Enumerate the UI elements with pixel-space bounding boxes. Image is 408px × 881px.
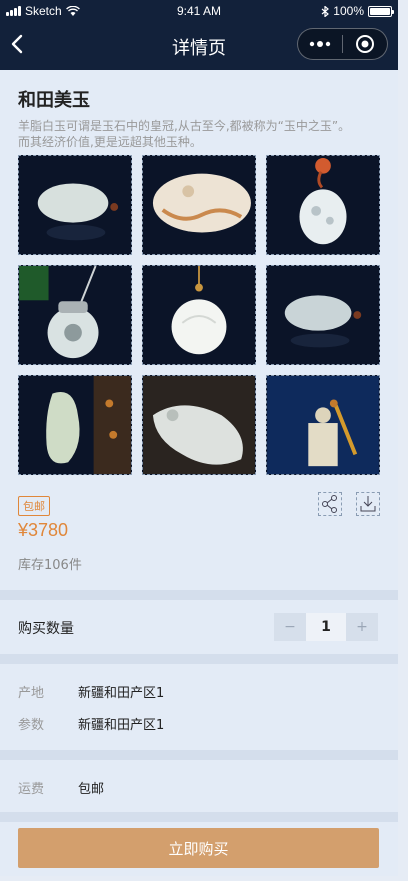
quantity-value[interactable]: 1: [306, 613, 346, 641]
share-icon[interactable]: [318, 492, 342, 516]
close-capsule-button[interactable]: [343, 29, 387, 59]
status-bar: Sketch 9:41 AM 100%: [0, 0, 398, 22]
spec-row-origin: 产地 新疆和田产区1: [18, 682, 164, 701]
shipping-value: 包邮: [78, 782, 105, 797]
buy-area: 立即购买: [0, 822, 398, 876]
free-shipping-badge: 包邮: [18, 496, 50, 516]
page-edge: [398, 0, 408, 881]
spec-row-params: 参数 新疆和田产区1: [18, 714, 164, 733]
buy-now-button[interactable]: 立即购买: [18, 828, 379, 868]
product-photo-4[interactable]: [18, 265, 132, 365]
mini-program-capsule: [297, 28, 388, 60]
product-photo-1[interactable]: [18, 155, 132, 255]
divider: [0, 590, 398, 600]
battery-icon: [368, 5, 394, 17]
spec-section: 产地 新疆和田产区1 参数 新疆和田产区1: [0, 664, 398, 750]
spec-value: 新疆和田产区1: [78, 718, 165, 733]
download-icon[interactable]: [356, 492, 380, 516]
battery-label: 100%: [333, 4, 364, 18]
stock-count: 库存106件: [18, 558, 82, 573]
decrement-button[interactable]: −: [274, 613, 306, 641]
quantity-label: 购买数量: [18, 621, 74, 637]
product-description: 羊脂白玉可谓是玉石中的皇冠,从古至今,都被称为“玉中之玉”。而其经济价值,更是远…: [18, 119, 351, 149]
product-photo-9[interactable]: [266, 375, 380, 475]
photo-grid: [18, 155, 380, 475]
divider: [0, 812, 398, 822]
product-photo-5[interactable]: [142, 265, 256, 365]
more-dots-icon: [309, 41, 331, 47]
product-photo-6[interactable]: [266, 265, 380, 365]
product-photo-3[interactable]: [266, 155, 380, 255]
shipping-key: 运费: [18, 782, 45, 797]
quantity-row: 购买数量 − 1 +: [0, 600, 398, 654]
shipping-row: 运费 包邮: [18, 778, 104, 797]
product-photo-2[interactable]: [142, 155, 256, 255]
more-button[interactable]: [298, 29, 342, 59]
quantity-stepper: − 1 +: [274, 613, 378, 641]
nav-bar: 详情页: [0, 22, 398, 70]
price: ¥3780: [18, 520, 69, 540]
shipping-section: 运费 包邮: [0, 760, 398, 812]
target-circle-icon: [356, 35, 374, 53]
spec-value: 新疆和田产区1: [78, 686, 165, 701]
product-title: 和田美玉: [18, 90, 90, 110]
increment-button[interactable]: +: [346, 613, 378, 641]
divider: [0, 750, 398, 760]
top-bar: Sketch 9:41 AM 100% 详情页: [0, 0, 398, 70]
spec-key: 产地: [18, 686, 45, 701]
divider: [0, 654, 398, 664]
bluetooth-icon: [321, 5, 330, 17]
product-photo-8[interactable]: [142, 375, 256, 475]
detail-content: 和田美玉 羊脂白玉可谓是玉石中的皇冠,从古至今,都被称为“玉中之玉”。而其经济价…: [0, 70, 398, 876]
product-photo-7[interactable]: [18, 375, 132, 475]
product-section: 和田美玉 羊脂白玉可谓是玉石中的皇冠,从古至今,都被称为“玉中之玉”。而其经济价…: [0, 70, 398, 590]
spec-key: 参数: [18, 718, 45, 733]
